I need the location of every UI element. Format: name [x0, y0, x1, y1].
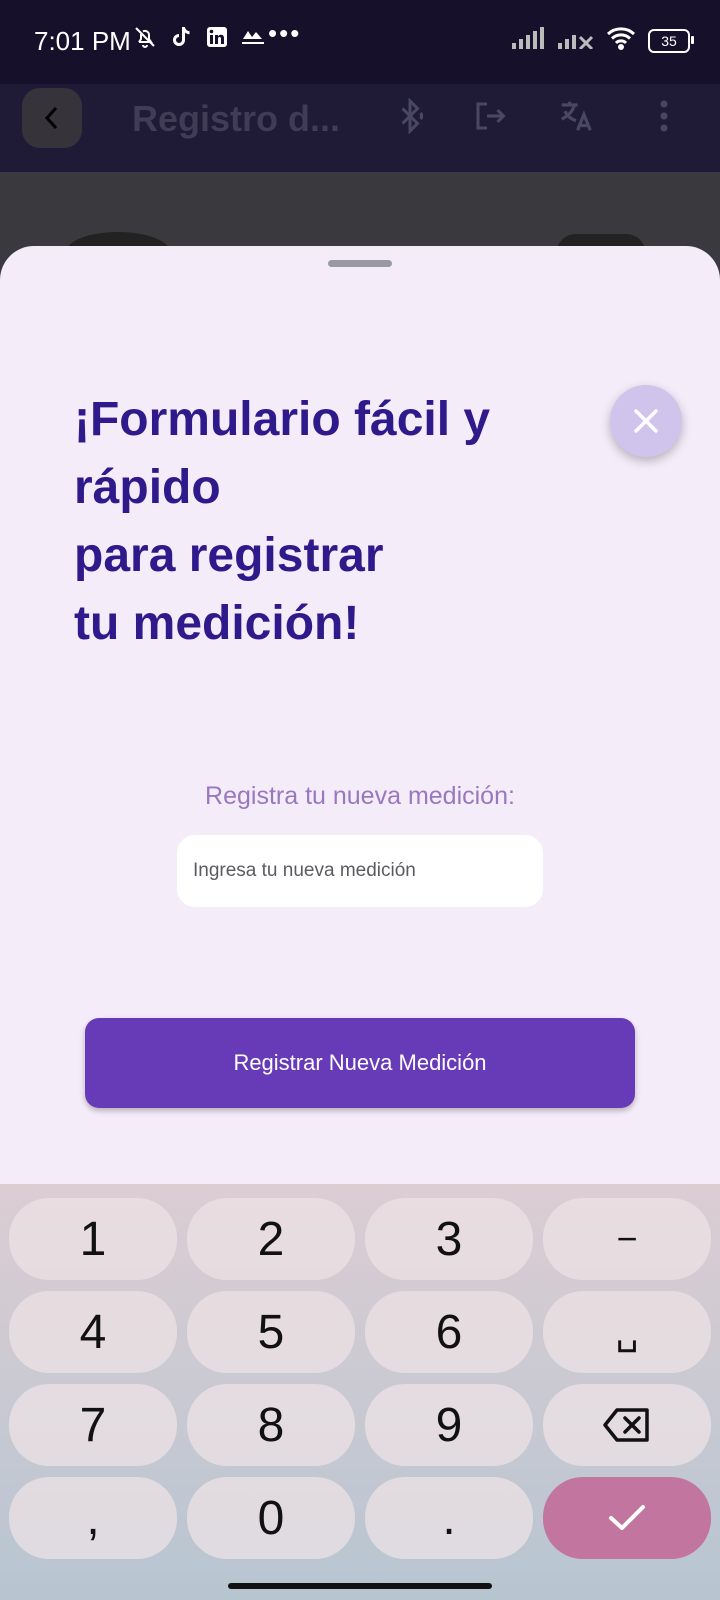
logout-icon[interactable] [470, 96, 510, 136]
key-minus[interactable]: − [543, 1198, 711, 1280]
register-measurement-button[interactable]: Registrar Nueva Medición [85, 1018, 635, 1108]
key-0[interactable]: 0 [187, 1477, 355, 1559]
key-2[interactable]: 2 [187, 1198, 355, 1280]
key-8[interactable]: 8 [187, 1384, 355, 1466]
more-vert-icon[interactable] [644, 96, 684, 136]
register-button-label: Registrar Nueva Medición [233, 1050, 487, 1075]
measurement-input[interactable]: Ingresa tu nueva medición [177, 835, 543, 907]
translate-icon[interactable] [556, 96, 596, 136]
bottom-sheet: ¡Formulario fácil y rápido para registra… [0, 246, 720, 1186]
key-6[interactable]: 6 [365, 1291, 533, 1373]
bluetooth-icon[interactable] [390, 96, 430, 136]
check-icon [609, 1505, 645, 1530]
measurement-label: Registra tu nueva medición: [205, 782, 515, 810]
signal-icon [512, 27, 546, 54]
key-3[interactable]: 3 [365, 1198, 533, 1280]
app-icon [240, 24, 266, 50]
app-bar: Registro d... [0, 84, 720, 172]
close-icon [634, 409, 658, 433]
status-bar: 7:01 PM ••• 35 [0, 0, 720, 84]
chevron-left-icon [44, 106, 58, 130]
linkedin-icon [204, 24, 230, 50]
key-1[interactable]: 1 [9, 1198, 177, 1280]
notification-icons [132, 24, 266, 50]
sheet-headline: ¡Formulario fácil y rápido para registra… [74, 393, 491, 650]
system-icons: 35 [512, 26, 694, 55]
status-time: 7:01 PM [34, 26, 131, 56]
more-notifications: ••• [268, 18, 302, 48]
key-period[interactable]: . [365, 1477, 533, 1559]
key-7[interactable]: 7 [9, 1384, 177, 1466]
backspace-icon [603, 1408, 649, 1442]
close-button[interactable] [610, 385, 682, 457]
battery-icon: 35 [648, 28, 694, 53]
page-title: Registro d... [132, 98, 341, 139]
back-button[interactable] [22, 88, 82, 148]
numeric-keyboard: 1 2 3 − 4 5 6 ␣ 7 8 9 , 0 . [0, 1184, 720, 1600]
bell-off-icon [132, 24, 158, 50]
key-9[interactable]: 9 [365, 1384, 533, 1466]
key-comma[interactable]: , [9, 1477, 177, 1559]
wifi-icon [606, 26, 636, 55]
drag-handle[interactable] [328, 260, 392, 267]
key-backspace[interactable] [543, 1384, 711, 1466]
signal-no-sim-icon [558, 27, 594, 54]
tiktok-icon [168, 24, 194, 50]
gesture-nav-bar[interactable] [228, 1583, 492, 1589]
input-placeholder: Ingresa tu nueva medición [193, 860, 416, 881]
key-space[interactable]: ␣ [543, 1291, 711, 1373]
key-4[interactable]: 4 [9, 1291, 177, 1373]
key-done[interactable] [543, 1477, 711, 1559]
key-5[interactable]: 5 [187, 1291, 355, 1373]
